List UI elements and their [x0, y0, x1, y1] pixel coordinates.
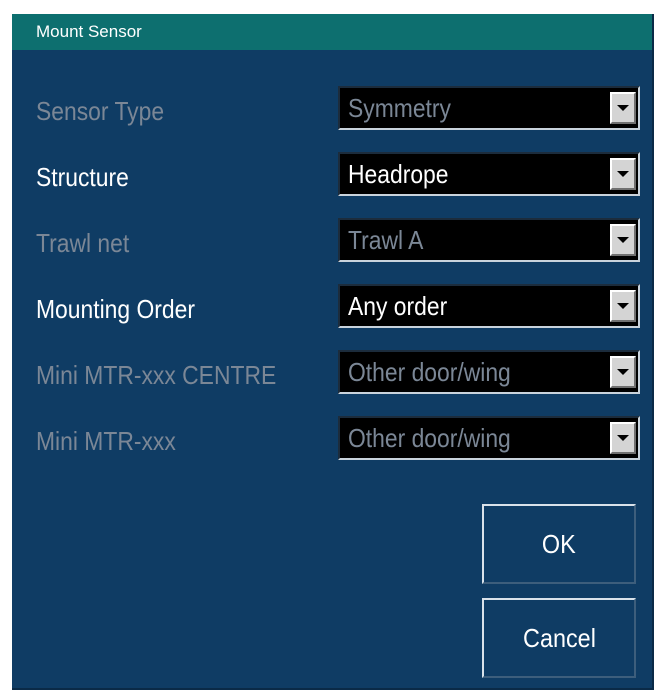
chevron-down-icon [610, 92, 636, 124]
chevron-down-icon[interactable] [610, 290, 636, 322]
mini-mtr-centre-select: Other door/wing [338, 350, 640, 394]
mini-mtr-label: Mini MTR-xxx [36, 426, 176, 456]
trawl-net-select: Trawl A [338, 218, 640, 262]
chevron-down-icon [610, 422, 636, 454]
mini-mtr-value: Other door/wing [348, 423, 511, 453]
mounting-order-value: Any order [348, 291, 448, 321]
sensor-type-select: Symmetry [338, 86, 640, 130]
chevron-down-icon[interactable] [610, 158, 636, 190]
trawl-net-label: Trawl net [36, 228, 130, 258]
mounting-order-select[interactable]: Any order [338, 284, 640, 328]
trawl-net-value: Trawl A [348, 225, 424, 255]
sensor-type-value: Symmetry [348, 93, 451, 123]
ok-button[interactable]: OK [482, 504, 636, 584]
cancel-button-label: Cancel [522, 623, 596, 653]
chevron-down-icon [610, 224, 636, 256]
ok-button-label: OK [542, 529, 576, 559]
mounting-order-label: Mounting Order [36, 294, 195, 324]
mini-mtr-centre-label: Mini MTR-xxx CENTRE [36, 360, 277, 390]
dialog-title: Mount Sensor [36, 22, 142, 41]
sensor-type-label: Sensor Type [36, 96, 165, 126]
mini-mtr-centre-value: Other door/wing [348, 357, 511, 387]
mini-mtr-select: Other door/wing [338, 416, 640, 460]
dialog-title-bar: Mount Sensor [12, 14, 652, 50]
chevron-down-icon [610, 356, 636, 388]
mount-sensor-dialog: Mount Sensor Sensor Type Symmetry Struct… [12, 14, 654, 690]
structure-select[interactable]: Headrope [338, 152, 640, 196]
structure-value: Headrope [348, 159, 449, 189]
structure-label: Structure [36, 162, 129, 192]
cancel-button[interactable]: Cancel [482, 598, 636, 678]
